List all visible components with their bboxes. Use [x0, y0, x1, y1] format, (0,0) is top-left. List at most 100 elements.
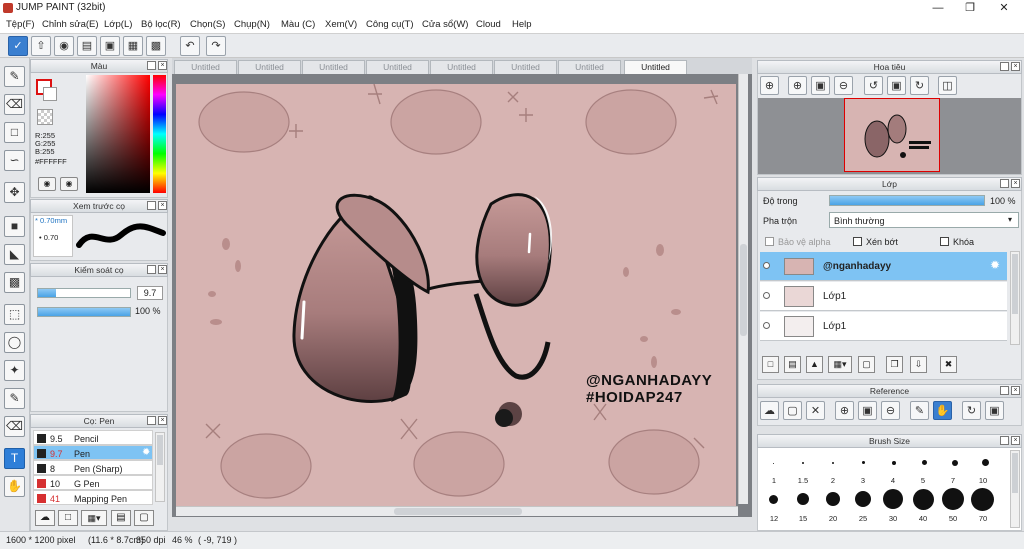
panel-float-icon[interactable] [147, 201, 156, 210]
panel-close-icon[interactable]: × [1011, 436, 1020, 445]
menu-capture[interactable]: Chụp(N) [234, 19, 270, 30]
gear-icon[interactable]: ✹ [990, 258, 1000, 272]
menu-filter[interactable]: Bộ lọc(R) [141, 19, 181, 30]
zoom-in-icon[interactable]: ⊕ [760, 76, 779, 95]
add-layer-dropdown-icon[interactable]: ▦▾ [828, 356, 852, 373]
brush-opacity-slider[interactable] [37, 307, 131, 317]
canvas-area[interactable]: @NGANHADAYY #HOIDAP247 [172, 74, 752, 517]
tab-document-active[interactable]: Untitled [624, 60, 687, 74]
fit-icon[interactable]: ▣ [858, 401, 877, 420]
panel-float-icon[interactable] [1000, 62, 1009, 71]
blend-mode-select[interactable]: Bình thường ▾ [829, 212, 1019, 228]
brush-settings-icon[interactable]: ▤ [111, 510, 131, 526]
lasso-tool-icon[interactable]: ◯ [4, 332, 25, 353]
brush-size-input[interactable]: 9.7 [137, 286, 163, 300]
layer-visibility-icon[interactable] [763, 322, 770, 329]
sync-icon[interactable]: ✓ [8, 36, 28, 56]
panel-close-icon[interactable]: × [158, 416, 167, 425]
layer-opacity-slider[interactable] [829, 195, 985, 206]
flip-icon[interactable]: ◫ [938, 76, 957, 95]
panel-close-icon[interactable]: × [1011, 386, 1020, 395]
brush-size-dot[interactable] [913, 489, 934, 510]
gear-icon[interactable]: ✹ [142, 447, 150, 458]
zoom-out-icon[interactable]: ⊖ [834, 76, 853, 95]
menu-file[interactable]: Tệp(F) [6, 19, 35, 30]
magic-wand-tool-icon[interactable]: ✦ [4, 360, 25, 381]
message-icon[interactable]: ▤ [77, 36, 97, 56]
hand-icon[interactable]: ✋ [933, 401, 952, 420]
close-reference-icon[interactable]: ✕ [806, 401, 825, 420]
cloud-icon[interactable]: ☁ [35, 510, 55, 526]
layer-row[interactable]: Lớp1 [760, 282, 1007, 311]
select-eraser-tool-icon[interactable]: ⌫ [4, 416, 25, 437]
menu-window[interactable]: Cửa sổ(W) [422, 19, 468, 30]
brush-size-slider[interactable] [37, 288, 131, 298]
add-brush-dropdown-icon[interactable]: ▦▾ [81, 510, 107, 526]
panel-float-icon[interactable] [1000, 386, 1009, 395]
tab-document[interactable]: Untitled [238, 60, 301, 74]
protect-alpha-checkbox[interactable] [765, 237, 774, 246]
fill-rect-tool-icon[interactable]: ■ [4, 216, 25, 237]
minimize-button[interactable]: — [922, 0, 954, 16]
layer-list-scrollbar[interactable] [1010, 251, 1020, 345]
dot-pen-tool-icon[interactable]: ∽ [4, 150, 25, 171]
tab-document[interactable]: Untitled [558, 60, 621, 74]
new-layer-icon[interactable]: □ [762, 356, 779, 373]
comment-icon[interactable]: ◉ [54, 36, 74, 56]
tab-document[interactable]: Untitled [494, 60, 557, 74]
brush-item-pen-sharp[interactable]: 8 Pen (Sharp) [33, 460, 153, 475]
navigator-preview[interactable] [758, 98, 1021, 174]
layer-visibility-icon[interactable] [763, 292, 770, 299]
layer-row[interactable]: @nganhadayy ✹ [760, 252, 1007, 281]
brush-item-pen[interactable]: 9.7 Pen ✹ [33, 445, 153, 460]
brush-size-dot[interactable] [892, 461, 896, 465]
zoom-in-icon[interactable]: ⊕ [835, 401, 854, 420]
brush-size-dot[interactable] [883, 489, 903, 509]
palette-icon[interactable]: ◉ [38, 177, 56, 191]
panel-close-icon[interactable]: × [158, 201, 167, 210]
rotate-right-icon[interactable]: ↻ [910, 76, 929, 95]
brush-size-dot[interactable] [769, 495, 778, 504]
panel-close-icon[interactable]: × [1011, 62, 1020, 71]
cloud-icon[interactable]: ☁ [760, 401, 779, 420]
menu-tools[interactable]: Công cụ(T) [366, 19, 414, 30]
text-tool-icon[interactable]: T [4, 448, 25, 469]
brush-size-dot[interactable] [826, 492, 840, 506]
eyedropper-icon[interactable]: ✎ [910, 401, 929, 420]
brush-size-dot[interactable] [832, 462, 834, 464]
navigator-viewport[interactable] [844, 98, 940, 172]
brush-tool-icon[interactable]: ✎ [4, 66, 25, 87]
layer-up-icon[interactable]: ▲ [806, 356, 823, 373]
copy-layer-icon[interactable]: ❐ [886, 356, 903, 373]
menu-color[interactable]: Màu (C) [281, 19, 315, 30]
brush-size-scrollbar[interactable] [1010, 450, 1020, 528]
zoom-out-icon[interactable]: ⊖ [881, 401, 900, 420]
menu-view[interactable]: Xem(V) [325, 19, 357, 30]
tab-document[interactable]: Untitled [174, 60, 237, 74]
menu-layer[interactable]: Lớp(L) [104, 19, 132, 30]
brush-size-dot[interactable] [922, 460, 927, 465]
menu-help[interactable]: Help [512, 19, 532, 30]
rotate-icon[interactable]: ↻ [962, 401, 981, 420]
bucket-tool-icon[interactable]: ◣ [4, 244, 25, 265]
brush-size-dot[interactable] [855, 491, 871, 507]
eyedropper-icon[interactable]: ◉ [60, 177, 78, 191]
clipping-checkbox[interactable] [853, 237, 862, 246]
folder-icon[interactable]: ▢ [134, 510, 154, 526]
brush-size-dot[interactable] [982, 459, 989, 466]
tab-document[interactable]: Untitled [366, 60, 429, 74]
hue-slider[interactable] [153, 75, 166, 193]
brush-item-mapping-pen[interactable]: 41 Mapping Pen [33, 490, 153, 505]
share-icon[interactable]: ⇧ [31, 36, 51, 56]
panel-float-icon[interactable] [1000, 436, 1009, 445]
brush-size-dot[interactable] [952, 460, 958, 466]
brush-size-dot[interactable] [797, 493, 809, 505]
brush-item-pencil[interactable]: 9.5 Pencil [33, 430, 153, 445]
panel-close-icon[interactable]: × [1011, 179, 1020, 188]
reset-rotation-icon[interactable]: ▣ [887, 76, 906, 95]
brush-size-dot[interactable] [862, 461, 865, 464]
brush-size-dot[interactable] [773, 463, 774, 464]
horizontal-scrollbar[interactable] [176, 506, 738, 516]
close-button[interactable]: ✕ [988, 0, 1020, 16]
delete-layer-icon[interactable]: ✖ [940, 356, 957, 373]
